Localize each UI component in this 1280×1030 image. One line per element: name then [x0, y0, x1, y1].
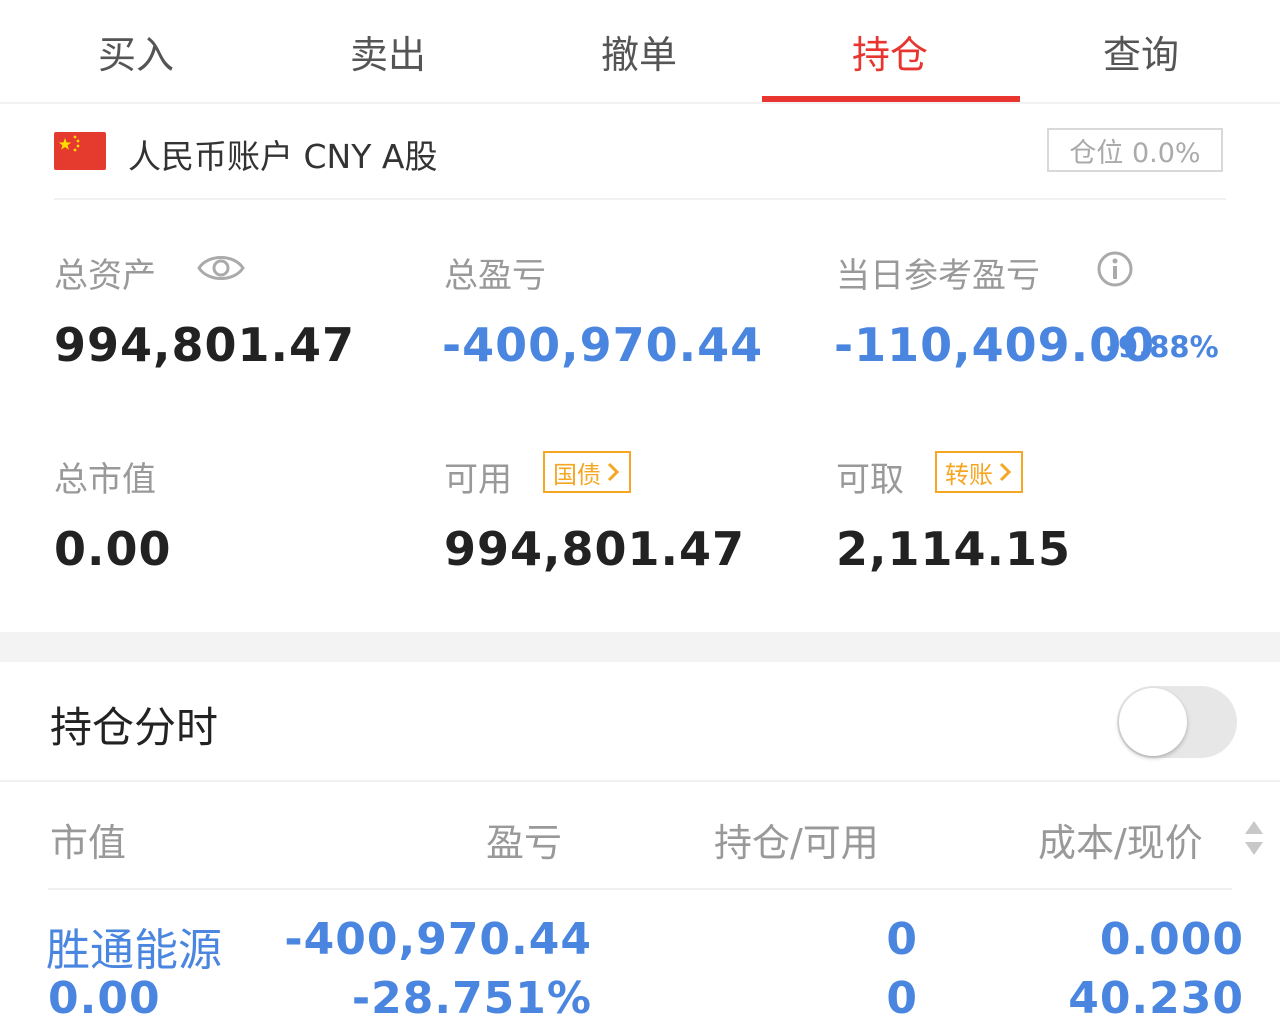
column-header-pl: 盈亏 [486, 821, 563, 865]
stock-pl-value: -400,970.44 [284, 914, 592, 965]
info-icon[interactable] [1096, 250, 1134, 288]
treasury-bond-tag-label: 国债 [553, 460, 601, 489]
column-header-market-value: 市值 [50, 821, 127, 865]
account-title: 人民币账户 CNY A股 [128, 137, 438, 176]
holdings-intraday-toggle[interactable] [1117, 686, 1237, 758]
stock-available: 0 [886, 973, 918, 1024]
tab-positions[interactable]: 持仓 [762, 0, 1018, 102]
active-tab-indicator [762, 96, 1020, 102]
tab-query[interactable]: 查询 [1013, 0, 1269, 102]
chevron-right-icon [999, 462, 1012, 482]
section-gap [0, 632, 1280, 662]
sort-icon[interactable] [1242, 818, 1266, 858]
top-tab-bar: 买入 卖出 撤单 持仓 查询 [0, 0, 1280, 104]
chevron-right-icon [607, 462, 620, 482]
transfer-tag-label: 转账 [945, 460, 993, 489]
position-ratio-badge: 仓位 0.0% [1047, 128, 1223, 172]
daily-pl-label: 当日参考盈亏 [836, 256, 1040, 296]
withdrawable-value: 2,114.15 [836, 522, 1071, 576]
divider [54, 198, 1226, 200]
market-value-label: 总市值 [54, 460, 156, 500]
stock-price: 40.230 [1068, 973, 1244, 1024]
total-assets-label: 总资产 [54, 256, 156, 296]
stock-position: 0 [886, 914, 918, 965]
toggle-knob [1119, 688, 1187, 756]
available-label: 可用 [444, 460, 512, 500]
tab-cancel-order[interactable]: 撤单 [511, 0, 767, 102]
holdings-intraday-title: 持仓分时 [50, 703, 219, 752]
column-header-position-available: 持仓/可用 [714, 821, 879, 865]
divider [0, 780, 1280, 782]
total-assets-value: 994,801.47 [54, 318, 356, 372]
total-pl-value: -400,970.44 [442, 318, 764, 372]
transfer-tag[interactable]: 转账 [935, 451, 1023, 493]
treasury-bond-tag[interactable]: 国债 [543, 451, 631, 493]
daily-pl-percent: -9.88% [1106, 330, 1219, 364]
tab-sell[interactable]: 卖出 [260, 0, 516, 102]
market-value-value: 0.00 [54, 522, 172, 576]
stock-name: 胜通能源 [46, 925, 222, 976]
available-value: 994,801.47 [444, 522, 746, 576]
eye-icon[interactable] [196, 250, 246, 286]
stock-cost: 0.000 [1099, 914, 1244, 965]
column-header-cost-price[interactable]: 成本/现价 [1038, 812, 1203, 867]
tab-buy[interactable]: 买入 [8, 0, 264, 102]
withdrawable-label: 可取 [836, 460, 904, 500]
china-flag-icon [54, 132, 106, 170]
total-pl-label: 总盈亏 [444, 256, 546, 296]
divider [48, 888, 1232, 890]
stock-pl-percent: -28.751% [351, 973, 592, 1024]
stock-market-value: 0.00 [48, 973, 161, 1024]
